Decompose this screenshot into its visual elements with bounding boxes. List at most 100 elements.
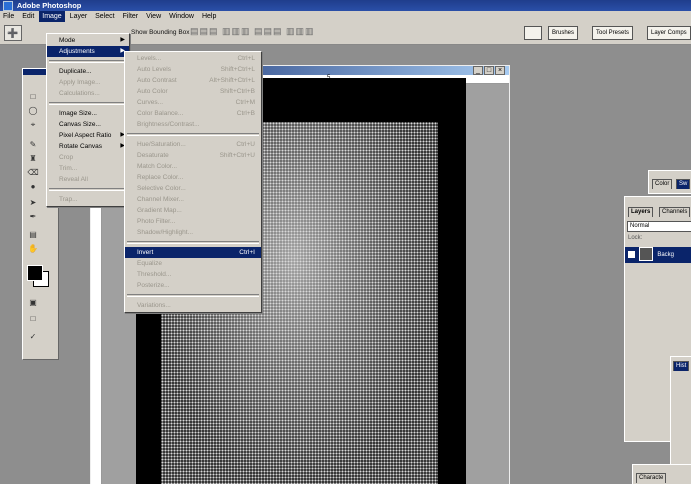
close-icon[interactable]: × [495,66,505,75]
adjustments-menu-item-shortcut: Ctrl+I [239,249,255,256]
move-tool-icon[interactable]: ➕ [4,25,22,41]
notes-tool-icon[interactable]: ▤ [27,229,39,240]
adjustments-menu-item-shortcut: Ctrl+M [235,99,255,106]
image-menu-item[interactable]: Apply Image... [47,77,129,88]
menu-layer[interactable]: Layer [67,11,91,22]
menu-filter[interactable]: Filter [120,11,142,22]
brush-tool-icon[interactable]: ✎ [27,139,39,150]
brushes-tab[interactable]: Brushes [548,26,579,40]
adjustments-menu-item[interactable]: Gradient Map... [125,205,261,216]
adjustments-menu-separator [127,133,259,136]
image-menu-item[interactable]: Reveal All [47,174,129,185]
image-menu-item[interactable]: Mode ▶ [47,35,129,46]
adjustments-menu-item[interactable]: Color Balance... Ctrl+B [125,108,261,119]
app-titlebar: Adobe Photoshop [0,0,691,11]
adjustments-menu-item[interactable]: Threshold... [125,269,261,280]
screen-mode-icon[interactable]: □ [27,313,39,324]
pen-tool-icon[interactable]: ✒ [27,211,39,222]
adjustments-menu-item-label: Threshold... [137,271,172,278]
adjustments-menu-item-label: Color Balance... [137,110,184,117]
image-menu-item[interactable]: Duplicate... [47,66,129,77]
adjustments-menu-item[interactable]: Match Color... [125,161,261,172]
hand-tool-icon[interactable]: ✋ [27,243,39,254]
image-menu-item[interactable]: Crop [47,152,129,163]
palette-well-icon[interactable] [524,26,542,40]
adjustments-menu-item[interactable]: Selective Color... [125,183,261,194]
foreground-color-swatch[interactable] [27,265,43,281]
layer-name[interactable]: Backg [657,252,674,258]
align-distribute-icons[interactable]: ▤▤▤ ▥▥▥ ▤▤▤ ▥▥▥ [190,26,315,37]
blur-tool-icon[interactable]: ● [27,181,39,192]
adjustments-menu-item[interactable]: Invert Ctrl+I [125,247,261,258]
menubar: File Edit Image Layer Select Filter View… [0,11,691,22]
layer-row-background[interactable]: Backg [625,247,691,263]
adjustments-menu-item-shortcut: Ctrl+L [237,55,255,62]
color-tab[interactable]: Color [652,179,673,189]
blend-mode-select[interactable]: Normal [627,221,691,232]
adjustments-menu-item[interactable]: Channel Mixer... [125,194,261,205]
menu-edit[interactable]: Edit [19,11,37,22]
image-menu-item[interactable]: Trap... [47,194,129,205]
adjustments-menu-item-label: Posterize... [137,282,170,289]
photoshop-app-icon [3,1,13,11]
adjustments-menu-item-label: Selective Color... [137,185,186,192]
adjustments-menu-item-label: Gradient Map... [137,207,182,214]
adjustments-menu-item-label: Auto Levels [137,66,171,73]
adjustments-menu-item[interactable]: Hue/Saturation... Ctrl+U [125,139,261,150]
adjustments-menu-item[interactable]: Desaturate Shift+Ctrl+U [125,150,261,161]
adjustments-menu-item[interactable]: Curves... Ctrl+M [125,97,261,108]
layer-comps-tab[interactable]: Layer Comps [647,26,691,40]
adjustments-menu-item-label: Channel Mixer... [137,196,184,203]
adjustments-menu-item[interactable]: Replace Color... [125,172,261,183]
adjustments-menu-item[interactable]: Levels... Ctrl+L [125,53,261,64]
image-menu-item[interactable]: Pixel Aspect Ratio ▶ [47,130,129,141]
image-menu-separator [49,102,127,105]
stamp-tool-icon[interactable]: ♜ [27,153,39,164]
minimize-icon[interactable]: _ [473,66,483,75]
layers-tab[interactable]: Layers [628,207,654,217]
image-menu-item-label: Calculations... [59,90,100,97]
image-menu-item[interactable]: Adjustments ▶ [47,46,129,57]
image-menu-item-label: Crop [59,154,74,161]
adjustments-menu-item[interactable]: Auto Contrast Alt+Shift+Ctrl+L [125,75,261,86]
color-panel: Color Sw [648,170,691,194]
crop-tool-icon[interactable]: ⌖ [27,119,39,130]
image-menu-item[interactable]: Calculations... [47,88,129,99]
adjustments-menu-item[interactable]: Variations... [125,300,261,311]
adjustments-menu-item[interactable]: Shadow/Highlight... [125,227,261,238]
character-tab[interactable]: Characte [636,473,667,483]
channels-tab[interactable]: Channels [659,207,691,217]
menu-window[interactable]: Window [166,11,197,22]
menu-file[interactable]: File [0,11,17,22]
adjustments-menu-item-shortcut: Shift+Ctrl+B [219,88,255,95]
adjustments-menu-item[interactable]: Equalize [125,258,261,269]
maximize-icon[interactable]: □ [484,66,494,75]
image-menu-item-label: Pixel Aspect Ratio [59,132,112,139]
adjustments-menu-item[interactable]: Brightness/Contrast... [125,119,261,130]
path-select-tool-icon[interactable]: ➤ [27,197,39,208]
quick-mask-icon[interactable]: ▣ [27,297,39,308]
tool-presets-tab[interactable]: Tool Presets [592,26,634,40]
adjustments-menu-item[interactable]: Auto Color Shift+Ctrl+B [125,86,261,97]
menu-select[interactable]: Select [92,11,117,22]
eye-icon[interactable] [628,250,635,258]
menu-image[interactable]: Image [39,11,65,22]
swatches-tab[interactable]: Sw [676,179,691,189]
history-tab[interactable]: Hist [673,361,690,371]
adjustments-menu-item[interactable]: Photo Filter... [125,216,261,227]
jump-to-imageready-icon[interactable]: ✓ [27,331,39,342]
image-menu-item[interactable]: Canvas Size... [47,119,129,130]
adjustments-menu-separator [127,241,259,244]
adjustments-menu-item[interactable]: Posterize... [125,280,261,291]
lasso-tool-icon[interactable]: ◯ [27,105,39,116]
adjustments-menu-item[interactable]: Auto Levels Shift+Ctrl+L [125,64,261,75]
menu-view[interactable]: View [143,11,164,22]
eraser-tool-icon[interactable]: ⌫ [27,167,39,178]
image-menu-item[interactable]: Trim... [47,163,129,174]
menu-help[interactable]: Help [199,11,219,22]
show-bounding-box-label[interactable]: Show Bounding Box [131,29,190,36]
image-menu-item[interactable]: Image Size... [47,108,129,119]
image-menu-item-label: Adjustments [59,48,95,55]
marquee-tool-icon[interactable]: □ [27,91,39,102]
image-menu-item[interactable]: Rotate Canvas ▶ [47,141,129,152]
